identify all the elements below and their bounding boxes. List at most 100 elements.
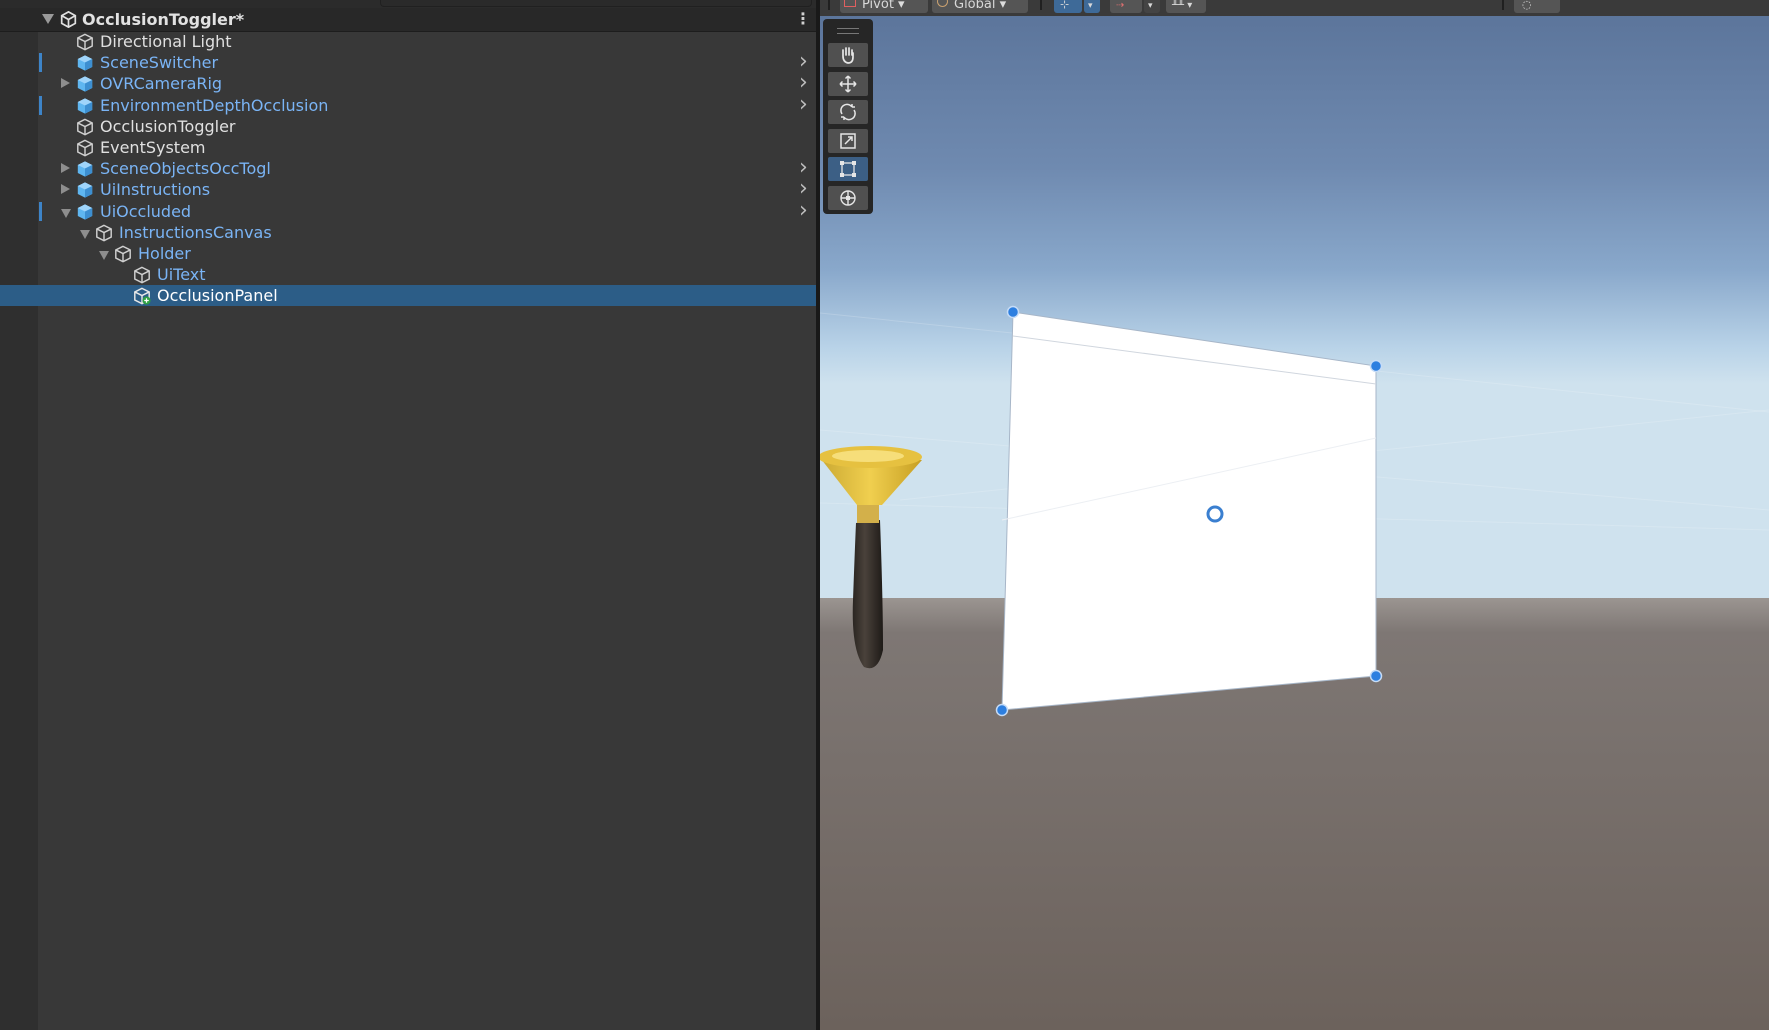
prefab-cube-icon: [77, 97, 93, 114]
hierarchy-search-field[interactable]: [380, 0, 812, 7]
grid-snap-toggle[interactable]: ⊹: [1054, 0, 1082, 13]
rotate-icon: [840, 103, 856, 121]
fold-closed-icon[interactable]: [61, 163, 70, 174]
prefab-cube-icon: [77, 203, 93, 220]
gizmos-dropdown[interactable]: ◌: [1514, 0, 1560, 13]
hierarchy-item[interactable]: UiInstructions ›: [0, 178, 816, 200]
move-tool-button[interactable]: [828, 72, 868, 96]
ruler-dropdown[interactable]: ╨╨ ▾: [1166, 0, 1206, 13]
override-marker: [39, 201, 42, 221]
prefab-cube-icon: [77, 161, 93, 177]
corner-handle[interactable]: [1369, 669, 1383, 683]
scene-view[interactable]: Pivot ▾ Global ▾ ⊹ ▾ ⇢ ▾ ╨╨ ▾ ◌: [820, 0, 1769, 1030]
hierarchy-item-label: SceneSwitcher: [100, 53, 219, 73]
pivot-icon: [844, 0, 856, 7]
corner-handle[interactable]: [1006, 305, 1020, 319]
corner-handle[interactable]: [995, 703, 1009, 717]
hierarchy-item[interactable]: UiOccluded ›: [0, 199, 816, 222]
increment-snap-icon: ⇢: [1116, 0, 1125, 11]
hand-tool-button[interactable]: [828, 43, 868, 67]
hierarchy-item-label: OcclusionToggler: [100, 116, 236, 136]
unity-scene-icon: [60, 11, 77, 28]
scene-toolbar: Pivot ▾ Global ▾ ⊹ ▾ ⇢ ▾ ╨╨ ▾ ◌: [820, 0, 1769, 16]
hierarchy-item[interactable]: EventSystem: [0, 137, 816, 158]
hierarchy-item-label: SceneObjectsOccTogl: [100, 159, 271, 179]
pivot-dropdown[interactable]: Pivot ▾: [840, 0, 928, 13]
prefab-cube-icon: [96, 224, 112, 242]
gameobject-cube-icon: [77, 139, 93, 157]
fold-closed-icon[interactable]: [61, 78, 70, 89]
chevron-down-icon: ▾: [1148, 1, 1153, 11]
fold-closed-icon[interactable]: [61, 184, 70, 195]
hierarchy-item-label: OcclusionPanel: [157, 286, 278, 306]
hierarchy-item-label: UiOccluded: [100, 201, 192, 221]
scale-tool-button[interactable]: [828, 129, 868, 153]
open-prefab-chevron-icon[interactable]: ›: [799, 157, 808, 179]
override-marker: [39, 95, 42, 115]
prefab-cube-icon: [77, 76, 93, 93]
prefab-cube-icon: [134, 266, 150, 284]
open-prefab-chevron-icon[interactable]: ›: [799, 72, 808, 94]
prefab-cube-icon: [77, 182, 93, 198]
corner-handle[interactable]: [1369, 359, 1383, 373]
hierarchy-item-label: EnvironmentDepthOcclusion: [100, 95, 329, 115]
increment-snap-dropdown[interactable]: ▾: [1144, 0, 1160, 13]
override-marker: [39, 53, 42, 73]
hierarchy-item[interactable]: InstructionsCanvas: [0, 222, 816, 243]
occlusion-panel-quad[interactable]: [1001, 311, 1377, 711]
transform-icon: [840, 190, 856, 206]
hierarchy-item[interactable]: SceneSwitcher ›: [0, 51, 816, 73]
increment-snap-toggle[interactable]: ⇢: [1110, 0, 1142, 13]
transform-tool-button[interactable]: [828, 186, 868, 210]
hierarchy-tree: Directional Light SceneSwitcher › OVRCamera…: [0, 31, 816, 307]
hierarchy-item-label: InstructionsCanvas: [119, 222, 272, 242]
hierarchy-item[interactable]: Directional Light: [0, 31, 816, 52]
fold-open-icon[interactable]: [42, 14, 54, 24]
fold-open-icon[interactable]: [80, 229, 90, 239]
fold-open-icon[interactable]: [61, 208, 71, 218]
more-options-icon[interactable]: ⋮: [795, 11, 811, 27]
hierarchy-item[interactable]: Holder: [0, 243, 816, 264]
gameobject-cube-icon: [77, 33, 93, 51]
overlay-grip-handle[interactable]: [837, 28, 859, 34]
hierarchy-item[interactable]: OcclusionPanel: [0, 285, 816, 307]
gameobject-cube-icon: [77, 118, 93, 136]
fold-open-icon[interactable]: [99, 250, 109, 260]
rect-tool-button[interactable]: [828, 157, 868, 181]
hierarchy-panel: OcclusionToggler* ⋮ Directional Light Sce…: [0, 0, 816, 1030]
prefab-cube-icon: [115, 245, 131, 263]
hierarchy-item-label: EventSystem: [100, 137, 206, 157]
open-prefab-chevron-icon[interactable]: ›: [799, 199, 808, 221]
grid-snap-icon: ⊹: [1060, 0, 1070, 11]
open-prefab-chevron-icon[interactable]: ›: [799, 178, 808, 200]
open-prefab-chevron-icon[interactable]: ›: [799, 93, 808, 115]
scene-viewport[interactable]: [820, 0, 1769, 1030]
scene-title: OcclusionToggler*: [82, 10, 245, 29]
pivot-label: Pivot: [862, 0, 894, 12]
move-icon: [839, 75, 857, 93]
hierarchy-item[interactable]: OcclusionToggler: [0, 116, 816, 137]
hierarchy-item[interactable]: SceneObjectsOccTogl ›: [0, 157, 816, 179]
hierarchy-item[interactable]: EnvironmentDepthOcclusion ›: [0, 93, 816, 116]
prefab-cube-icon: [77, 55, 93, 71]
global-label: Global: [954, 0, 996, 12]
rotate-tool-button[interactable]: [828, 100, 868, 124]
global-dropdown[interactable]: Global ▾: [932, 0, 1028, 13]
tools-overlay: [823, 19, 873, 214]
hierarchy-item[interactable]: OVRCameraRig ›: [0, 72, 816, 94]
chevron-down-icon: ▾: [1088, 1, 1093, 11]
hierarchy-item-label: Directional Light: [100, 32, 232, 51]
rect-transform-icon: [840, 161, 856, 177]
hierarchy-item-label: UiText: [157, 265, 206, 285]
hierarchy-item-label: UiInstructions: [100, 180, 211, 200]
globe-icon: [937, 0, 948, 7]
hierarchy-item-label: OVRCameraRig: [100, 74, 223, 94]
scene-header-row[interactable]: OcclusionToggler* ⋮: [0, 8, 816, 32]
gameobject-cube-icon: [134, 287, 151, 305]
hand-icon: [842, 47, 854, 64]
grid-snap-dropdown[interactable]: ▾: [1084, 0, 1100, 13]
ruler-icon: ╨╨ ▾: [1172, 0, 1193, 11]
hierarchy-item[interactable]: UiText: [0, 264, 816, 285]
hierarchy-item-label: Holder: [138, 243, 191, 263]
open-prefab-chevron-icon[interactable]: ›: [799, 51, 808, 73]
